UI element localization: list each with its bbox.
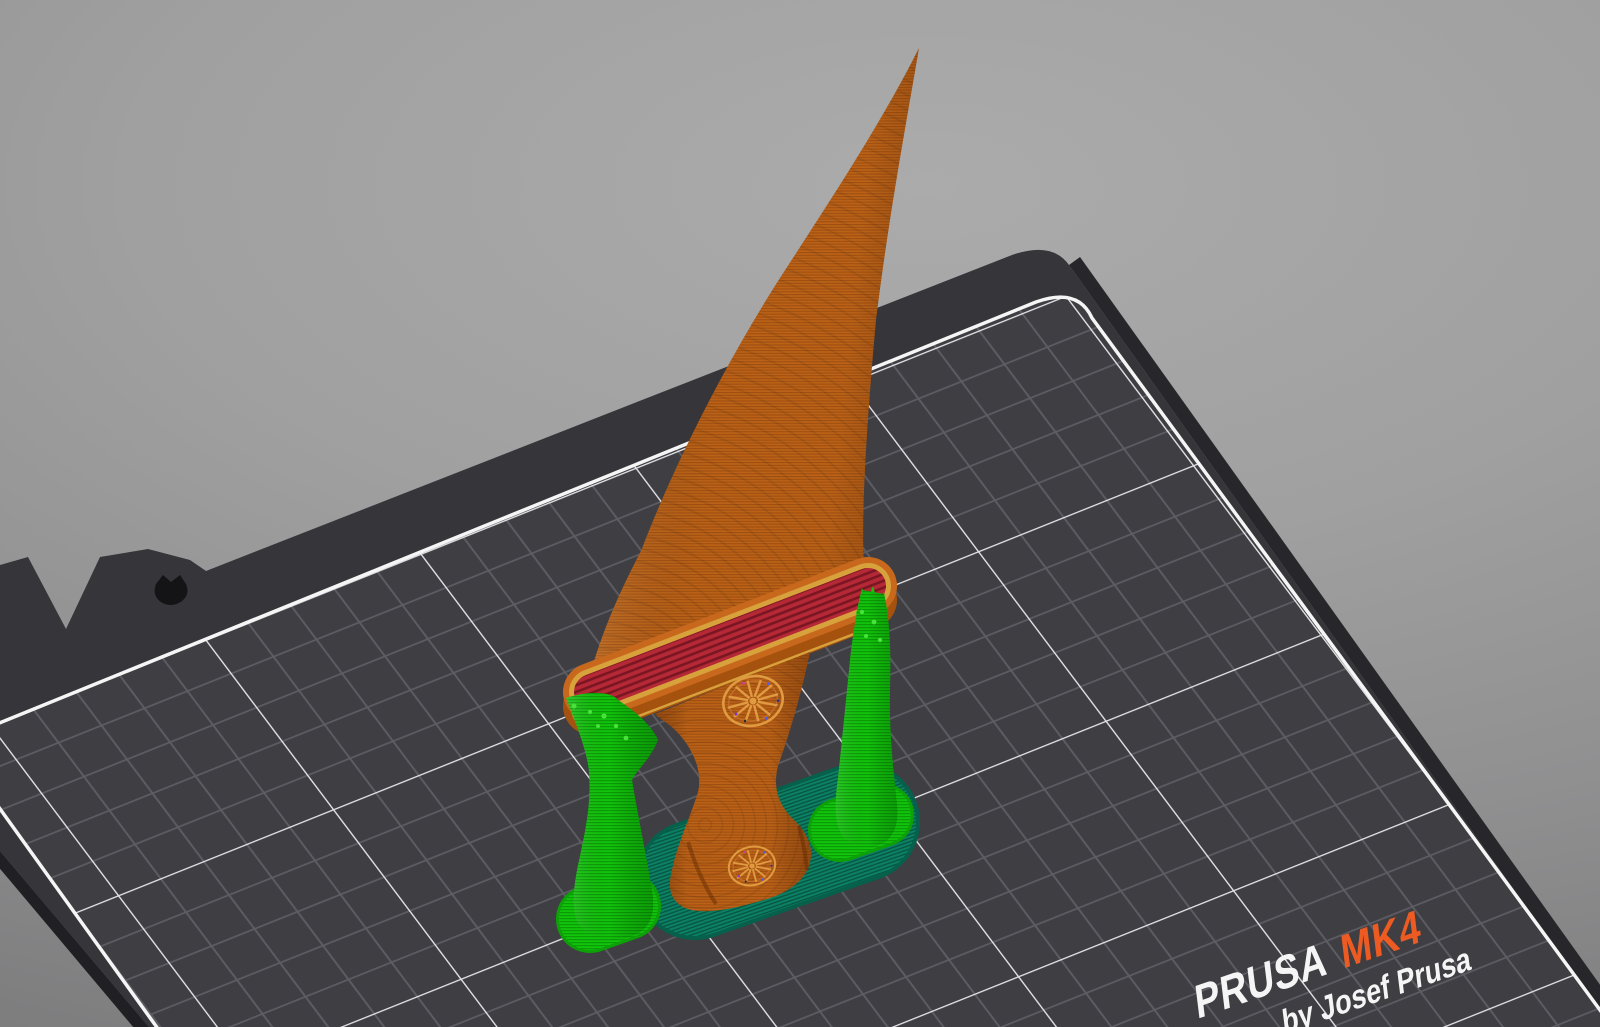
slicer-3d-viewport[interactable]: PRUSA MK4 by Josef Prusa [0,0,1600,1027]
